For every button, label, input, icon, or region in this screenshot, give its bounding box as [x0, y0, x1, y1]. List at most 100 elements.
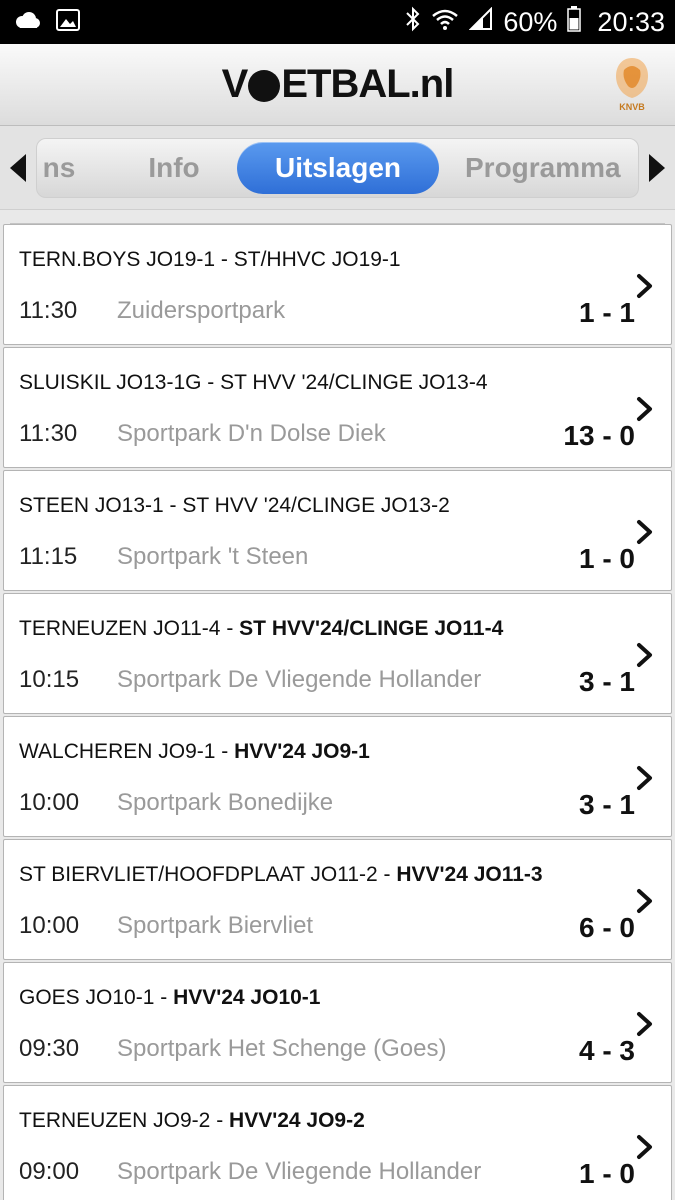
voetbal-logo[interactable]: V ETBAL .nl	[221, 62, 455, 107]
status-right: 60% 20:33	[405, 5, 665, 39]
home-team: TERNEUZEN JO9-2	[19, 1109, 211, 1132]
battery-percent: 60%	[503, 6, 558, 37]
match-teams: ST BIERVLIET/HOOFDPLAAT JO11-2 - HVV'24 …	[19, 863, 543, 887]
knvb-label: KNVB	[619, 102, 645, 112]
logo-text-post: ETBAL	[281, 62, 410, 106]
status-bar: 60% 20:33	[0, 0, 675, 44]
team-separator: -	[220, 617, 240, 640]
match-venue: Sportpark Bonedijke	[117, 789, 334, 816]
home-team: TERNEUZEN JO11-4	[19, 617, 221, 640]
match-row[interactable]: STEEN JO13-1 - ST HVV '24/CLINGE JO13-2 …	[3, 470, 672, 591]
home-team: SLUISKIL JO13-1G	[19, 371, 202, 394]
cloud-icon	[12, 10, 42, 35]
home-team: WALCHEREN JO9-1	[19, 740, 216, 763]
home-team: TERN.BOYS JO19-1	[19, 248, 216, 271]
bluetooth-icon	[405, 6, 421, 39]
match-teams: WALCHEREN JO9-1 - HVV'24 JO9-1	[19, 740, 370, 764]
match-score: 6 - 0	[578, 912, 635, 943]
away-team: ST HVV '24/CLINGE JO13-4	[220, 371, 488, 394]
match-row[interactable]: TERNEUZEN JO11-4 - ST HVV'24/CLINGE JO11…	[3, 593, 672, 714]
list-top-divider	[10, 210, 665, 224]
status-left	[12, 8, 80, 36]
away-team-highlighted: HVV'24 JO10-1	[173, 986, 321, 1009]
match-venue: Sportpark De Vliegende Hollander	[117, 666, 482, 693]
match-venue: Sportpark 't Steen	[117, 543, 309, 570]
match-teams: SLUISKIL JO13-1G - ST HVV '24/CLINGE JO1…	[19, 371, 488, 395]
team-separator: -	[201, 371, 221, 394]
tab-strip: ns Info Uitslagen Programma	[36, 137, 639, 198]
lion-icon	[616, 58, 648, 98]
match-row[interactable]: ST BIERVLIET/HOOFDPLAAT JO11-2 - HVV'24 …	[3, 839, 672, 960]
match-score: 1 - 0	[578, 543, 635, 574]
tab-prev-arrow[interactable]	[0, 126, 36, 210]
match-time: 10:15	[19, 666, 80, 693]
wifi-icon	[431, 7, 459, 38]
image-icon	[56, 8, 80, 36]
away-team-highlighted: ST HVV'24/CLINGE JO11-4	[239, 617, 504, 640]
tab-uitslagen[interactable]: Uitslagen	[237, 141, 439, 194]
match-score: 1 - 0	[578, 1158, 635, 1189]
match-teams: GOES JO10-1 - HVV'24 JO10-1	[19, 986, 320, 1010]
app-header: V ETBAL .nl KNVB	[0, 44, 675, 126]
team-separator: -	[163, 494, 183, 517]
team-separator: -	[215, 740, 235, 763]
team-separator: -	[377, 863, 397, 886]
tab-previous[interactable]: ns	[37, 139, 89, 197]
home-team: STEEN JO13-1	[19, 494, 164, 517]
match-time: 11:30	[19, 297, 78, 324]
match-venue: Sportpark Het Schenge (Goes)	[117, 1035, 447, 1062]
logo-tld: .nl	[409, 62, 455, 106]
match-score: 1 - 1	[578, 297, 635, 328]
home-team: GOES JO10-1	[19, 986, 155, 1009]
logo-text-pre: V	[221, 62, 249, 106]
match-venue: Sportpark Biervliet	[117, 912, 314, 939]
away-team-highlighted: HVV'24 JO11-3	[396, 863, 543, 886]
match-score: 3 - 1	[578, 666, 635, 697]
chevron-right-icon	[637, 397, 652, 421]
match-venue: Sportpark D'n Dolse Diek	[117, 420, 386, 447]
away-team-highlighted: HVV'24 JO9-2	[229, 1109, 365, 1132]
chevron-right-icon	[637, 889, 652, 913]
match-row[interactable]: TERNEUZEN JO9-2 - HVV'24 JO9-2 09:00 Spo…	[3, 1085, 672, 1200]
clock: 20:33	[597, 6, 665, 37]
away-team: ST/HHVC JO19-1	[233, 248, 401, 271]
knvb-badge[interactable]: KNVB	[607, 56, 657, 118]
match-venue: Sportpark De Vliegende Hollander	[117, 1158, 482, 1185]
tab-info[interactable]: Info	[119, 139, 229, 197]
team-separator: -	[210, 1109, 230, 1132]
tabs-bar: ns Info Uitslagen Programma	[0, 126, 675, 210]
match-score: 3 - 1	[578, 789, 635, 820]
match-row[interactable]: GOES JO10-1 - HVV'24 JO10-1 09:30 Sportp…	[3, 962, 672, 1083]
match-score: 4 - 3	[578, 1035, 635, 1066]
team-separator: -	[215, 248, 234, 271]
match-row[interactable]: SLUISKIL JO13-1G - ST HVV '24/CLINGE JO1…	[3, 347, 672, 468]
match-time: 10:00	[19, 912, 80, 939]
tab-programma[interactable]: Programma	[465, 139, 638, 197]
battery-icon	[567, 5, 582, 39]
match-teams: STEEN JO13-1 - ST HVV '24/CLINGE JO13-2	[19, 494, 450, 518]
chevron-right-icon	[637, 1135, 652, 1159]
match-time: 09:00	[19, 1158, 80, 1185]
chevron-right-icon	[637, 1012, 652, 1036]
triangle-right-icon	[649, 153, 665, 182]
match-list: TERN.BOYS JO19-1 - ST/HHVC JO19-1 11:30 …	[0, 224, 675, 1200]
triangle-left-icon	[10, 153, 26, 182]
match-time: 10:00	[19, 789, 80, 816]
match-teams: TERNEUZEN JO9-2 - HVV'24 JO9-2	[19, 1109, 365, 1133]
chevron-right-icon	[637, 766, 652, 790]
away-team: ST HVV '24/CLINGE JO13-2	[182, 494, 450, 517]
signal-icon	[468, 6, 493, 38]
match-time: 11:15	[19, 543, 78, 570]
match-row[interactable]: WALCHEREN JO9-1 - HVV'24 JO9-1 10:00 Spo…	[3, 716, 672, 837]
away-team-highlighted: HVV'24 JO9-1	[234, 740, 370, 763]
match-time: 11:30	[19, 420, 78, 447]
chevron-right-icon	[637, 643, 652, 667]
match-score: 13 - 0	[563, 420, 635, 451]
chevron-right-icon	[637, 274, 652, 298]
match-teams: TERNEUZEN JO11-4 - ST HVV'24/CLINGE JO11…	[19, 617, 503, 641]
match-row[interactable]: TERN.BOYS JO19-1 - ST/HHVC JO19-1 11:30 …	[3, 224, 672, 345]
home-team: ST BIERVLIET/HOOFDPLAAT JO11-2	[19, 863, 378, 886]
football-icon	[248, 69, 281, 102]
match-teams: TERN.BOYS JO19-1 - ST/HHVC JO19-1	[19, 248, 401, 272]
tab-next-arrow[interactable]	[639, 126, 675, 210]
